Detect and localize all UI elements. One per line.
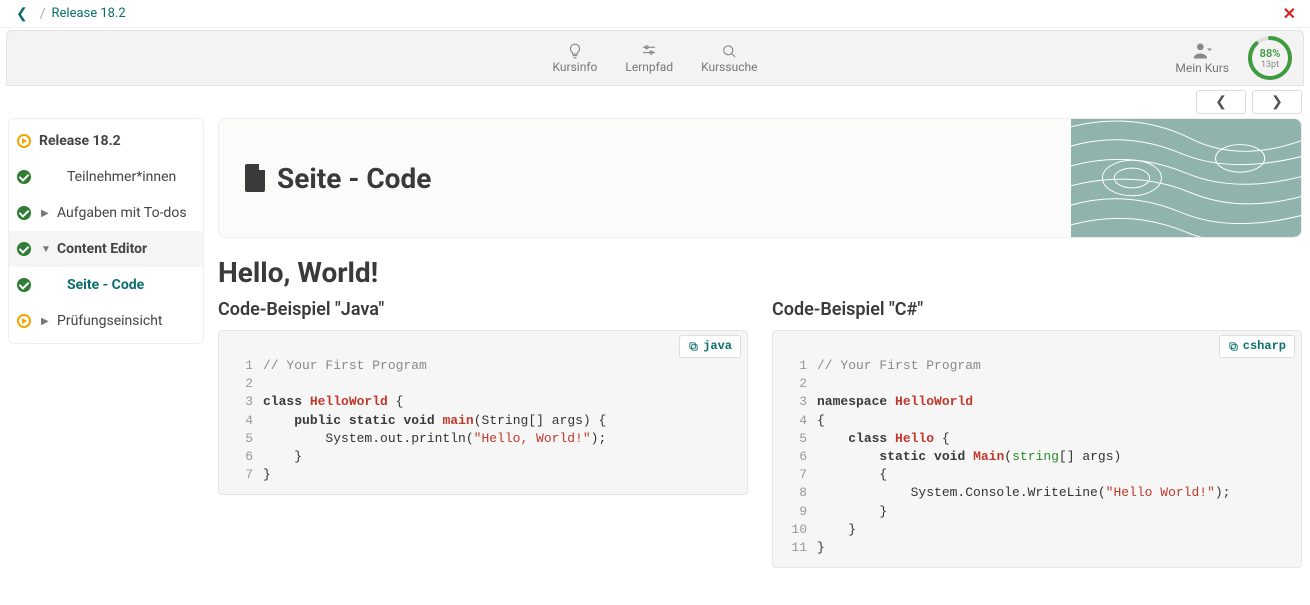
course-toolbar: Kursinfo Lernpfad Kurssuche Mein Kurs 88…: [6, 30, 1304, 86]
code-heading-java: Code-Beispiel "Java": [218, 299, 748, 320]
copy-code-button-csharp[interactable]: csharp: [1219, 335, 1295, 358]
sidebar-item-label: Content Editor: [57, 241, 147, 257]
progress-points: 13pt: [1261, 60, 1279, 70]
code-column-java: Code-Beispiel "Java" java 1// Your First…: [218, 299, 748, 568]
tool-kursinfo[interactable]: Kursinfo: [553, 42, 598, 74]
header-decoration: [1071, 119, 1301, 237]
sidebar-item-content-editor[interactable]: ▼ Content Editor: [9, 231, 203, 267]
page-header: Seite - Code: [218, 118, 1302, 238]
copy-icon: [1228, 341, 1239, 352]
document-icon: [243, 164, 267, 192]
content-heading: Hello, World!: [218, 256, 1302, 289]
sidebar-item-label: Seite - Code: [67, 277, 144, 293]
chevron-right-icon: ▶: [41, 208, 51, 219]
close-icon[interactable]: ✕: [1279, 4, 1300, 23]
tool-kursinfo-label: Kursinfo: [553, 60, 598, 74]
tool-kurssuche-label: Kurssuche: [701, 60, 757, 74]
progress-indicator[interactable]: 88% 13pt: [1247, 35, 1293, 81]
sidebar-item-aufgaben[interactable]: ▶ Aufgaben mit To-dos: [9, 195, 203, 231]
main-content: Seite - Code: [218, 118, 1302, 568]
person-icon: [1192, 41, 1212, 61]
status-done-icon: [17, 242, 31, 256]
code-column-csharp: Code-Beispiel "C#" csharp 1// Your First…: [772, 299, 1302, 568]
my-course-menu[interactable]: Mein Kurs: [1175, 41, 1229, 75]
lightbulb-icon: [566, 42, 584, 60]
status-in-progress-icon: [17, 134, 31, 148]
code-box-csharp: csharp 1// Your First Program 2 3namespa…: [772, 330, 1302, 568]
pager-prev[interactable]: ❮: [1196, 90, 1246, 114]
tool-lernpfad[interactable]: Lernpfad: [625, 42, 673, 74]
status-done-icon: [17, 170, 31, 184]
sidebar-item-label: Teilnehmer*innen: [67, 169, 176, 185]
course-sidebar: Release 18.2 Teilnehmer*innen ▶ Aufgaben…: [8, 118, 204, 344]
pager-next[interactable]: ❯: [1252, 90, 1302, 114]
code-heading-csharp: Code-Beispiel "C#": [772, 299, 1302, 320]
chevron-down-icon: ▼: [41, 244, 51, 255]
sidebar-item-label: Prüfungseinsicht: [57, 313, 163, 329]
my-course-label: Mein Kurs: [1175, 61, 1229, 75]
code-lang-label: csharp: [1243, 338, 1286, 355]
breadcrumb-bar: ❮ / Release 18.2 ✕: [0, 0, 1310, 28]
breadcrumb-current[interactable]: Release 18.2: [52, 6, 126, 21]
copy-icon: [688, 341, 699, 352]
chevron-right-icon: ▶: [41, 316, 51, 327]
topo-lines-icon: [1071, 119, 1301, 237]
page-title: Seite - Code: [277, 162, 431, 195]
pager: ❮ ❯: [0, 86, 1310, 118]
code-box-java: java 1// Your First Program 2 3class Hel…: [218, 330, 748, 495]
status-done-icon: [17, 278, 31, 292]
tool-lernpfad-label: Lernpfad: [625, 60, 673, 74]
search-icon: [720, 42, 738, 60]
sliders-icon: [640, 42, 658, 60]
tool-kurssuche[interactable]: Kurssuche: [701, 42, 757, 74]
code-lang-label: java: [703, 338, 732, 355]
sidebar-item-seite-code[interactable]: Seite - Code: [9, 267, 203, 303]
progress-percent: 88%: [1260, 47, 1281, 60]
copy-code-button-java[interactable]: java: [679, 335, 741, 358]
sidebar-item-label: Release 18.2: [39, 133, 121, 149]
sidebar-item-label: Aufgaben mit To-dos: [57, 205, 187, 221]
sidebar-item-release[interactable]: Release 18.2: [9, 123, 203, 159]
breadcrumb-separator: /: [40, 6, 46, 22]
breadcrumb-back[interactable]: ❮: [10, 6, 34, 22]
status-in-progress-icon: [17, 314, 31, 328]
sidebar-item-teilnehmer[interactable]: Teilnehmer*innen: [9, 159, 203, 195]
status-done-icon: [17, 206, 31, 220]
sidebar-item-pruefung[interactable]: ▶ Prüfungseinsicht: [9, 303, 203, 339]
